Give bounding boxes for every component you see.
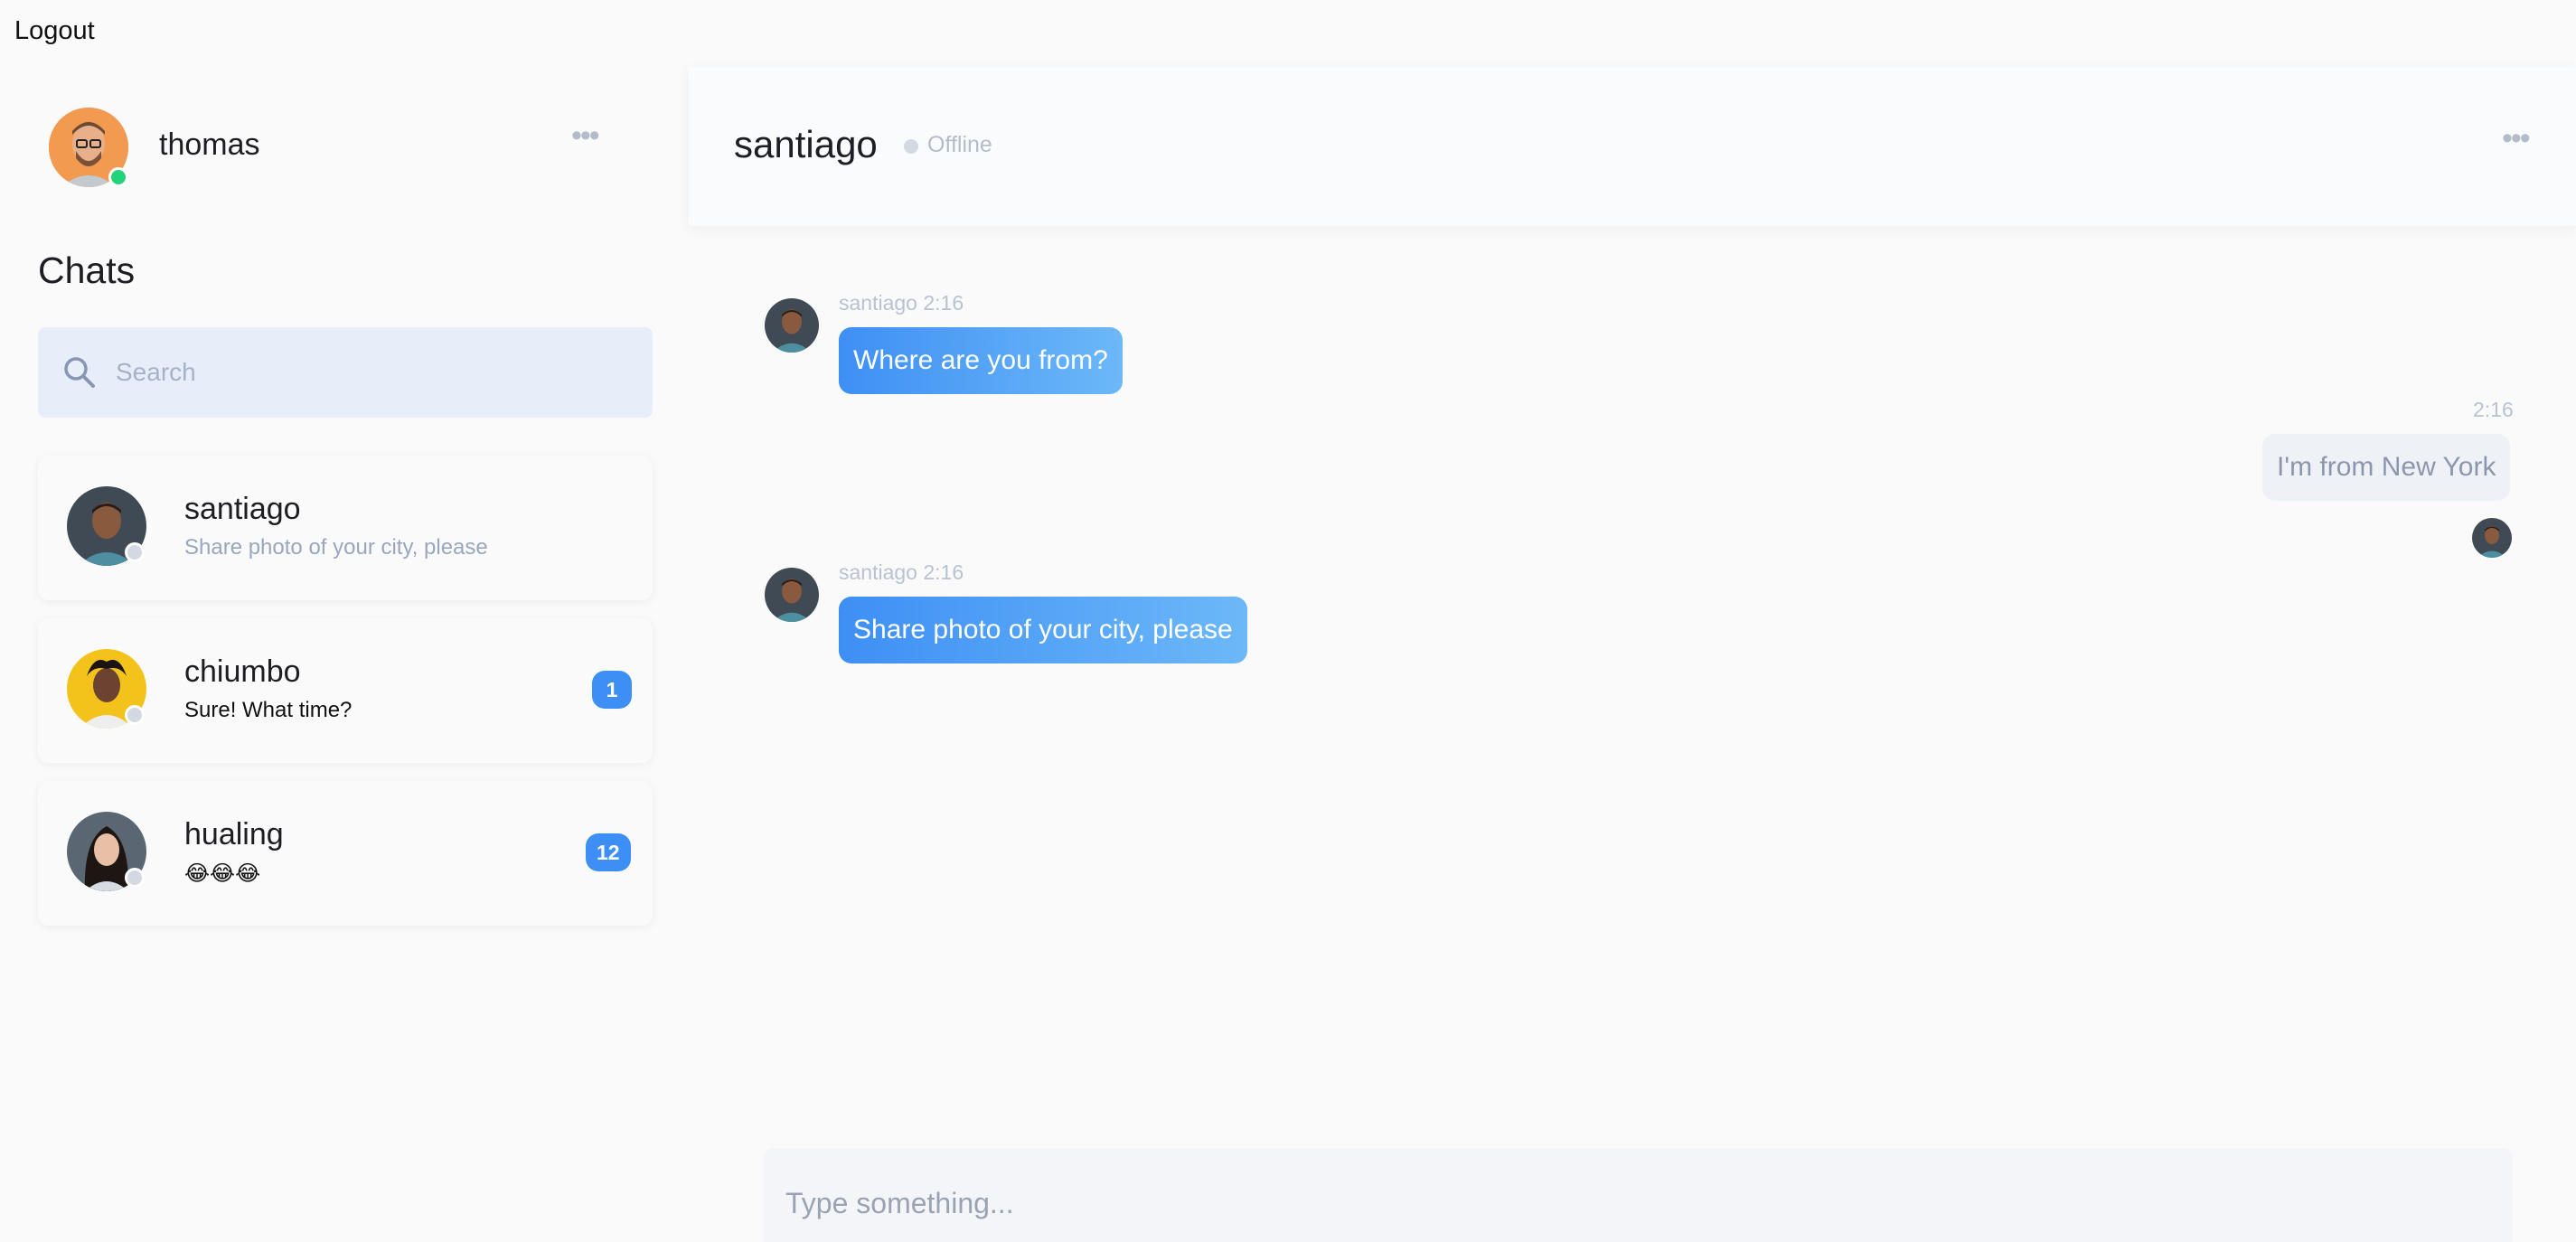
chat-list-item-santiago[interactable]: santiago Share photo of your city, pleas… <box>38 456 653 600</box>
more-options-icon[interactable]: ••• <box>571 120 600 151</box>
conversation-status: Offline <box>927 132 992 157</box>
message-meta: 2:16 <box>2473 398 2514 421</box>
conversation-options-icon[interactable]: ••• <box>2502 123 2531 154</box>
current-user-name: thomas <box>159 127 260 162</box>
logout-button[interactable]: Logout <box>14 16 95 46</box>
conversation-title: santiago <box>734 123 878 165</box>
chat-contact-name: hualing <box>184 817 284 852</box>
offline-status-dot <box>125 705 145 725</box>
chat-contact-name: santiago <box>184 492 301 526</box>
chat-list-item-hualing[interactable]: hualing 😂😂😂 12 <box>38 781 653 926</box>
message-bubble-incoming: Where are you from? <box>839 327 1123 394</box>
unread-count-badge: 12 <box>586 833 631 871</box>
message-meta: santiago 2:16 <box>839 291 964 315</box>
message-input[interactable] <box>785 1181 2485 1226</box>
chat-last-message: Sure! What time? <box>184 698 353 722</box>
chat-contact-name: chiumbo <box>184 654 301 689</box>
chat-last-message: Share photo of your city, please <box>184 535 488 560</box>
chat-list-item-chiumbo[interactable]: chiumbo Sure! What time? 1 <box>38 618 653 763</box>
offline-status-dot <box>125 868 145 888</box>
online-status-dot <box>108 167 128 187</box>
conversation-header: santiago Offline ••• <box>689 67 2576 226</box>
search-box <box>38 327 653 418</box>
message-composer <box>764 1148 2513 1242</box>
search-input[interactable] <box>116 349 622 396</box>
search-icon <box>64 357 95 388</box>
message-bubble-incoming: Share photo of your city, please <box>839 597 1247 663</box>
sender-avatar <box>765 298 819 353</box>
message-meta: santiago 2:16 <box>839 560 964 584</box>
current-user-panel: thomas ••• <box>49 108 627 189</box>
message-bubble-outgoing: I'm from New York <box>2262 434 2511 501</box>
read-receipt-avatar <box>2472 518 2512 558</box>
offline-status-dot <box>125 542 145 562</box>
sidebar: thomas ••• Chats santiago Share photo of… <box>0 67 687 1242</box>
unread-count-badge: 1 <box>592 671 632 709</box>
chat-last-message: 😂😂😂 <box>184 861 261 886</box>
offline-status-dot <box>904 139 918 154</box>
sender-avatar <box>765 568 819 622</box>
chats-heading: Chats <box>38 249 136 291</box>
